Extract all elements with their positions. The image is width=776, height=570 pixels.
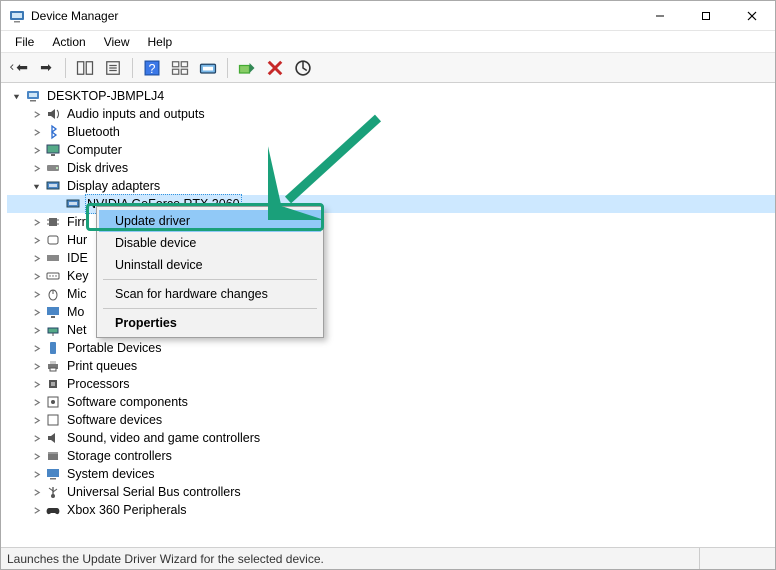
chevron-right-icon[interactable] [29,251,43,265]
chevron-right-icon[interactable] [29,125,43,139]
printer-icon [45,358,61,374]
cpu-icon [45,376,61,392]
chevron-right-icon[interactable] [29,323,43,337]
toolbar-btn-5[interactable] [169,57,191,79]
ctx-separator [103,308,317,309]
software-icon [45,412,61,428]
bluetooth-icon [45,124,61,140]
disk-icon [45,160,61,176]
chip-icon [45,214,61,230]
chevron-right-icon[interactable] [29,377,43,391]
display-adapter-icon [65,196,81,212]
gamepad-icon [45,502,61,518]
ctx-disable-device[interactable]: Disable device [99,232,321,254]
menu-action[interactable]: Action [44,33,93,51]
audio-icon [45,106,61,122]
menu-help[interactable]: Help [140,33,181,51]
software-icon [45,394,61,410]
chevron-right-icon[interactable] [29,431,43,445]
ctx-uninstall-device[interactable]: Uninstall device [99,254,321,276]
ctx-properties[interactable]: Properties [99,312,321,334]
tree-category-sound[interactable]: Sound, video and game controllers [7,429,775,447]
toolbar: ⬅ ➡ ? [1,53,775,83]
context-menu: Update driver Disable device Uninstall d… [96,206,324,338]
chevron-right-icon[interactable] [29,305,43,319]
tree-category-processors[interactable]: Processors [7,375,775,393]
chevron-right-icon[interactable] [29,449,43,463]
chevron-right-icon[interactable] [29,143,43,157]
chevron-right-icon[interactable] [29,269,43,283]
menubar: File Action View Help [1,31,775,53]
storage-icon [45,448,61,464]
tree-category-usb[interactable]: Universal Serial Bus controllers [7,483,775,501]
system-icon [45,466,61,482]
ctx-update-driver[interactable]: Update driver [99,210,321,232]
tree-category-system[interactable]: System devices [7,465,775,483]
window-controls [637,1,775,30]
chevron-right-icon[interactable] [29,215,43,229]
hid-icon [45,232,61,248]
statusbar-text: Launches the Update Driver Wizard for th… [7,552,324,566]
chevron-right-icon[interactable] [29,413,43,427]
tree-category-bluetooth[interactable]: Bluetooth [7,123,775,141]
menu-view[interactable]: View [96,33,138,51]
svg-text:?: ? [149,62,156,76]
tree-category-computer[interactable]: Computer [7,141,775,159]
ctx-scan-hardware[interactable]: Scan for hardware changes [99,283,321,305]
monitor-icon [45,142,61,158]
portable-icon [45,340,61,356]
tree-category-swdevices[interactable]: Software devices [7,411,775,429]
window-title: Device Manager [31,9,118,23]
tree-category-swcomponents[interactable]: Software components [7,393,775,411]
properties-button[interactable] [102,57,124,79]
display-adapter-icon [45,178,61,194]
tree-category-printq[interactable]: Print queues [7,357,775,375]
tree-category-portable[interactable]: Portable Devices [7,339,775,357]
chevron-down-icon[interactable] [29,179,43,193]
ide-icon [45,250,61,266]
computer-icon [25,88,41,104]
tree-category-disk[interactable]: Disk drives [7,159,775,177]
tree-root[interactable]: DESKTOP-JBMPLJ4 [7,87,775,105]
scan-hardware-button[interactable] [292,57,314,79]
maximize-button[interactable] [683,1,729,30]
chevron-right-icon[interactable] [29,341,43,355]
tree-category-xbox[interactable]: Xbox 360 Peripherals [7,501,775,519]
minimize-button[interactable] [637,1,683,30]
chevron-right-icon[interactable] [29,287,43,301]
keyboard-icon [45,268,61,284]
titlebar: Device Manager [1,1,775,31]
chevron-down-icon[interactable] [9,89,23,103]
statusbar-divider [699,548,769,569]
chevron-right-icon[interactable] [29,485,43,499]
network-icon [45,322,61,338]
sound-icon [45,430,61,446]
show-hide-console-tree-button[interactable] [74,57,96,79]
usb-icon [45,484,61,500]
chevron-right-icon[interactable] [29,161,43,175]
tree-root-label: DESKTOP-JBMPLJ4 [45,87,166,105]
update-driver-button[interactable] [197,57,219,79]
enable-device-button[interactable] [236,57,258,79]
chevron-right-icon[interactable] [29,467,43,481]
chevron-right-icon[interactable] [29,503,43,517]
uninstall-device-button[interactable] [264,57,286,79]
monitor-icon [45,304,61,320]
chevron-right-icon[interactable] [29,395,43,409]
menu-file[interactable]: File [7,33,42,51]
tree-category-audio[interactable]: Audio inputs and outputs [7,105,775,123]
statusbar: Launches the Update Driver Wizard for th… [1,547,775,569]
back-button[interactable]: ⬅ [7,57,29,79]
device-manager-icon [9,8,25,24]
chevron-right-icon[interactable] [29,233,43,247]
chevron-right-icon[interactable] [29,107,43,121]
close-button[interactable] [729,1,775,30]
mouse-icon [45,286,61,302]
forward-button[interactable]: ➡ [35,57,57,79]
tree-category-storage[interactable]: Storage controllers [7,447,775,465]
tree-category-display[interactable]: Display adapters [7,177,775,195]
help-button[interactable]: ? [141,57,163,79]
ctx-separator [103,279,317,280]
chevron-right-icon[interactable] [29,359,43,373]
